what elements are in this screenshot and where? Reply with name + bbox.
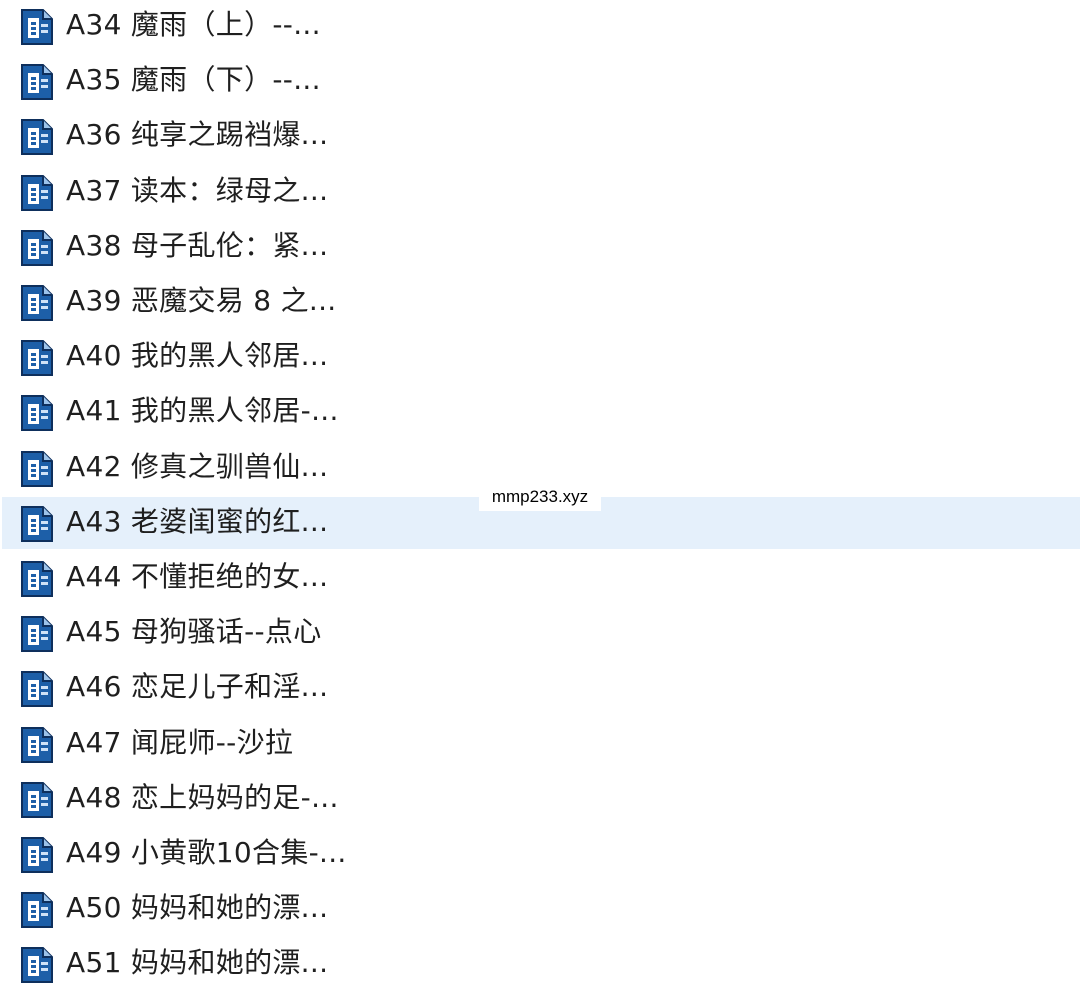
- file-name-label: A47 闻屁师--沙拉: [66, 725, 294, 759]
- file-item[interactable]: A36 纯享之踢裆爆...: [2, 110, 1080, 162]
- document-file-icon: [19, 174, 55, 212]
- file-item[interactable]: A40 我的黑人邻居...: [2, 331, 1080, 383]
- file-item[interactable]: A37 读本：绿母之...: [2, 166, 1080, 218]
- file-item[interactable]: A39 恶魔交易 8 之...: [2, 276, 1080, 328]
- document-file-icon: [19, 670, 55, 708]
- file-name-label: A34 魔雨（上）--...: [66, 8, 321, 41]
- file-name-label: A41 我的黑人邻居-...: [66, 394, 339, 428]
- document-file-icon: [19, 63, 55, 101]
- file-name-label: A40 我的黑人邻居...: [66, 339, 329, 373]
- document-file-icon: [19, 615, 55, 653]
- file-item[interactable]: A34 魔雨（上）--...: [2, 0, 1080, 52]
- file-item[interactable]: A47 闻屁师--沙拉: [2, 718, 1080, 770]
- document-file-icon: [19, 836, 55, 874]
- document-file-icon: [19, 450, 55, 488]
- document-file-icon: [19, 726, 55, 764]
- file-name-label: A42 修真之驯兽仙...: [66, 449, 329, 483]
- document-file-icon: [19, 229, 55, 267]
- file-item[interactable]: A46 恋足儿子和淫...: [2, 662, 1080, 714]
- file-item[interactable]: A51 妈妈和她的漂...: [2, 938, 1080, 989]
- document-file-icon: [19, 118, 55, 156]
- file-item[interactable]: A41 我的黑人邻居-...: [2, 386, 1080, 438]
- file-item[interactable]: A35 魔雨（下）--...: [2, 55, 1080, 107]
- document-file-icon: [19, 394, 55, 432]
- file-name-label: A50 妈妈和她的漂...: [66, 891, 329, 925]
- document-file-icon: [19, 946, 55, 984]
- document-file-icon: [19, 505, 55, 543]
- file-name-label: A39 恶魔交易 8 之...: [66, 284, 337, 317]
- watermark-text: mmp233.xyz: [479, 483, 601, 511]
- file-item[interactable]: A50 妈妈和她的漂...: [2, 883, 1080, 935]
- file-name-label: A36 纯享之踢裆爆...: [66, 118, 329, 152]
- file-name-label: A37 读本：绿母之...: [66, 173, 329, 207]
- document-file-icon: [19, 8, 55, 46]
- file-item[interactable]: A49 小黄歌10合集-...: [2, 828, 1080, 880]
- document-file-icon: [19, 284, 55, 322]
- file-name-label: A35 魔雨（下）--...: [66, 63, 321, 97]
- file-item[interactable]: A48 恋上妈妈的足-...: [2, 773, 1080, 825]
- file-name-label: A45 母狗骚话--点心: [66, 615, 322, 649]
- file-item[interactable]: A44 不懂拒绝的女...: [2, 552, 1080, 604]
- document-file-icon: [19, 560, 55, 598]
- file-name-label: A38 母子乱伦：紧...: [66, 228, 329, 262]
- file-item[interactable]: A45 母狗骚话--点心: [2, 607, 1080, 659]
- document-file-icon: [19, 339, 55, 377]
- file-name-label: A43 老婆闺蜜的红...: [66, 504, 329, 538]
- file-item[interactable]: A38 母子乱伦：紧...: [2, 221, 1080, 273]
- file-name-label: A44 不懂拒绝的女...: [66, 560, 329, 593]
- file-name-label: A46 恋足儿子和淫...: [66, 670, 329, 704]
- file-name-label: A51 妈妈和她的漂...: [66, 946, 329, 980]
- document-file-icon: [19, 781, 55, 819]
- file-name-label: A48 恋上妈妈的足-...: [66, 780, 339, 814]
- document-file-icon: [19, 891, 55, 929]
- file-name-label: A49 小黄歌10合集-...: [66, 836, 347, 869]
